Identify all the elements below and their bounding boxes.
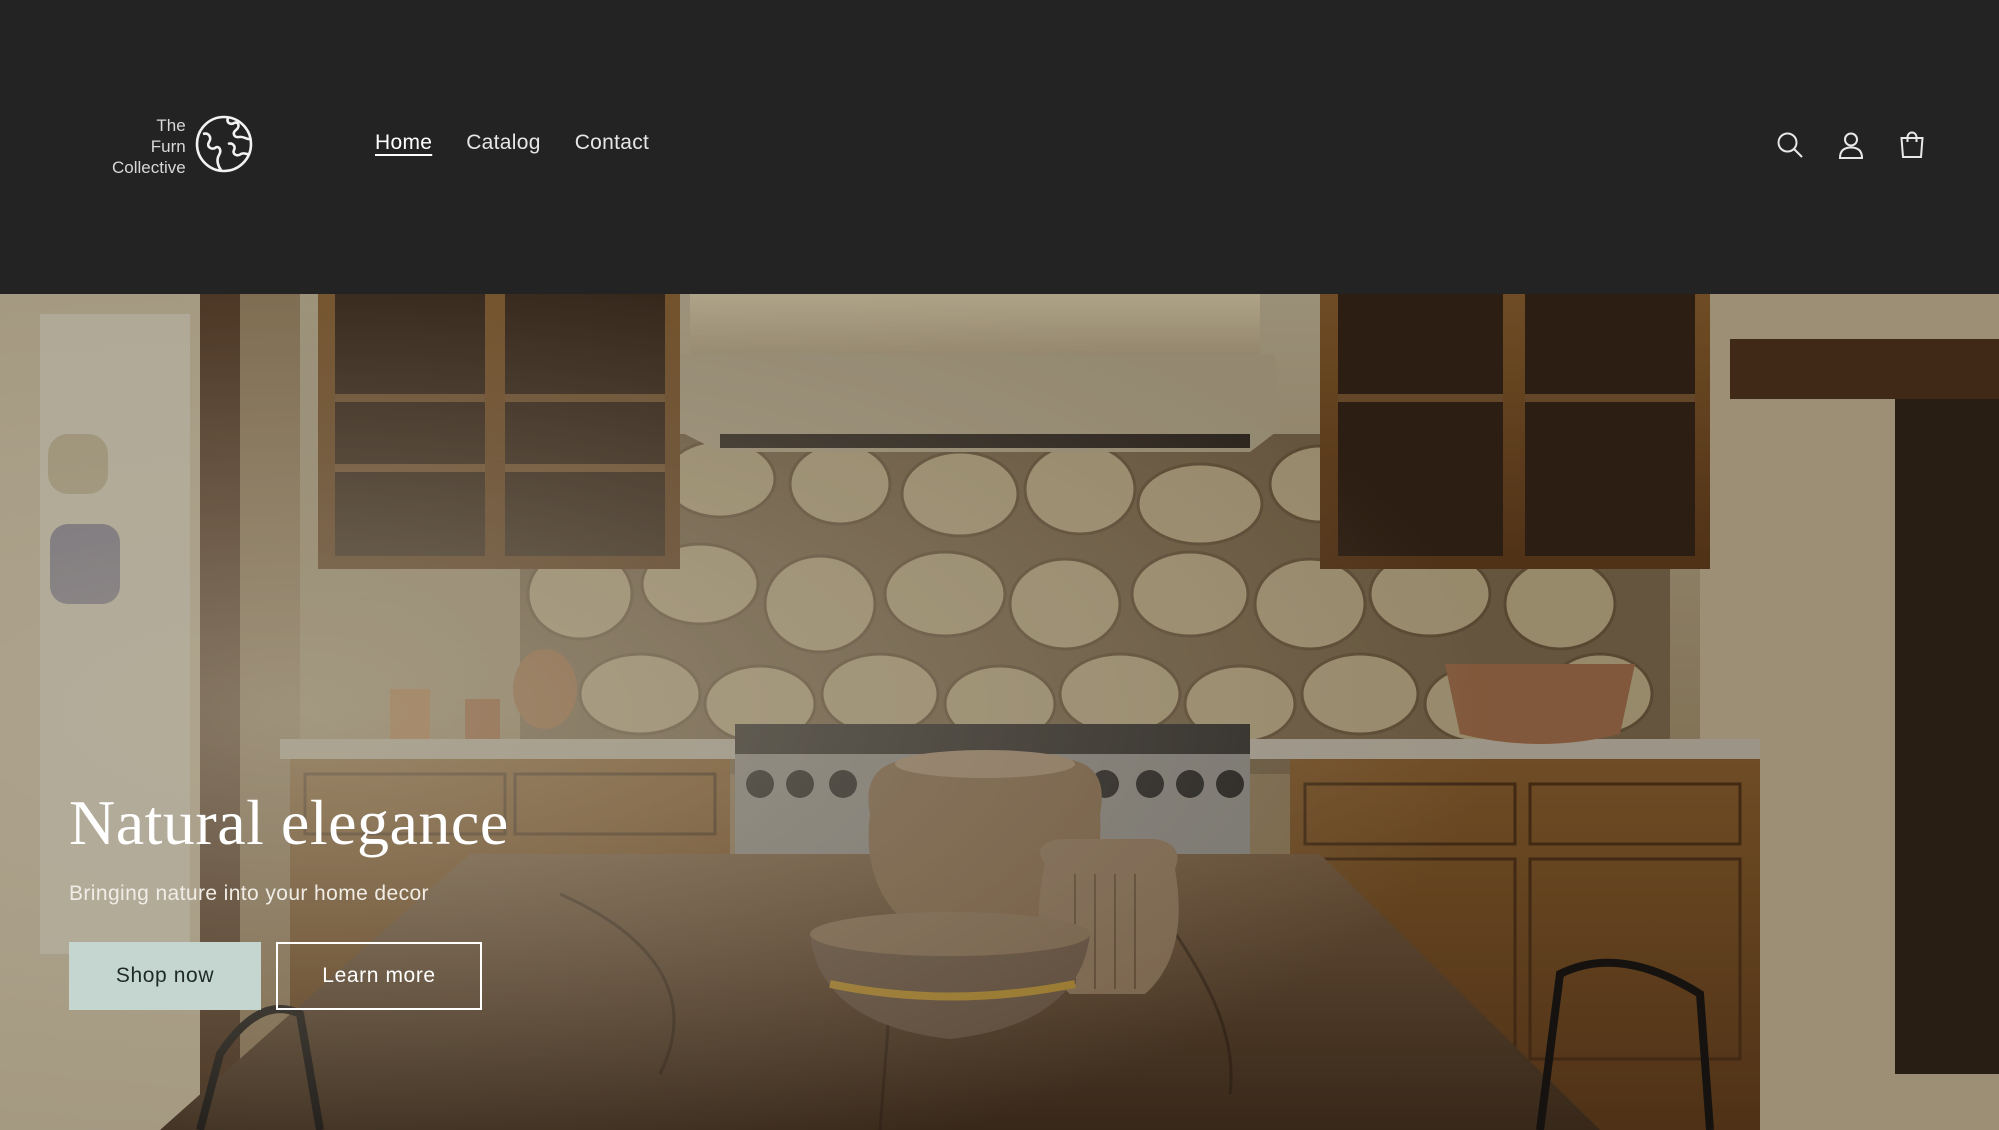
header-icons: [1773, 128, 1929, 162]
nav-home[interactable]: Home: [375, 131, 432, 155]
search-icon[interactable]: [1773, 128, 1807, 162]
learn-more-button[interactable]: Learn more: [276, 942, 482, 1010]
main-nav: Home Catalog Contact: [375, 131, 649, 155]
logo-line-3: Collective: [112, 158, 186, 177]
account-icon[interactable]: [1834, 128, 1868, 162]
hero-title: Natural elegance: [69, 787, 509, 858]
logo-line-2: Furn: [150, 137, 186, 156]
logo-link[interactable]: The Furn Collective: [112, 114, 254, 179]
nav-contact[interactable]: Contact: [575, 131, 649, 155]
cart-icon[interactable]: [1895, 128, 1929, 162]
nav-catalog[interactable]: Catalog: [466, 131, 540, 155]
logo-text: The Furn Collective: [112, 115, 186, 178]
shop-now-button[interactable]: Shop now: [69, 942, 261, 1010]
hero-buttons: Shop now Learn more: [69, 942, 509, 1010]
hero-banner: Natural elegance Bringing nature into yo…: [0, 294, 1999, 1130]
hero-content: Natural elegance Bringing nature into yo…: [69, 786, 509, 1010]
globe-icon: [194, 114, 254, 179]
site-header: The Furn Collective Home Catalog Contact: [0, 0, 1999, 294]
hero-subtitle: Bringing nature into your home decor: [69, 882, 429, 905]
logo-line-1: The: [156, 116, 186, 135]
